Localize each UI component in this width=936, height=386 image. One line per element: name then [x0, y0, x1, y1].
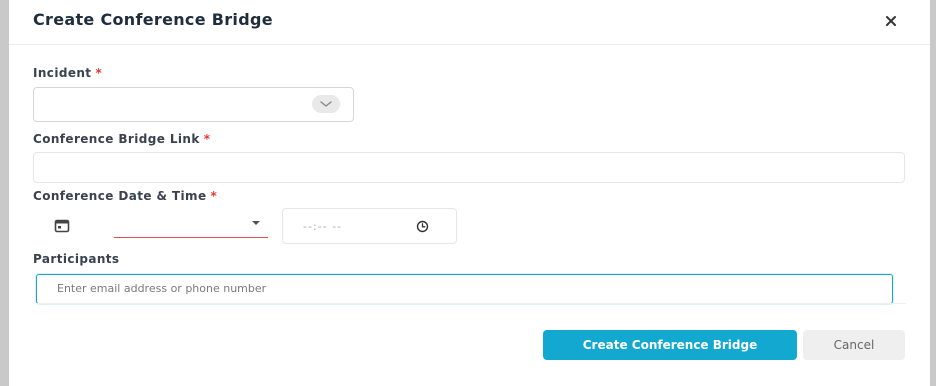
datetime-label-text: Conference Date & Time [33, 189, 207, 203]
calendar-button[interactable] [53, 217, 71, 235]
backdrop [930, 0, 936, 386]
required-mark: * [210, 189, 218, 203]
cancel-button[interactable]: Cancel [803, 330, 905, 360]
chevron-down-icon [320, 101, 332, 107]
backdrop [0, 0, 9, 386]
incident-label-text: Incident [33, 66, 92, 80]
modal-title: Create Conference Bridge [33, 10, 273, 29]
close-icon [886, 16, 896, 26]
create-conference-bridge-modal: Create Conference Bridge Incident * Confe… [9, 0, 930, 386]
bridge-link-input[interactable] [33, 152, 905, 183]
participants-label: Participants [33, 252, 119, 266]
incident-select[interactable] [33, 87, 354, 122]
incident-label: Incident * [33, 66, 102, 80]
date-picker-field[interactable] [114, 207, 268, 238]
clock-icon[interactable] [416, 220, 429, 233]
modal-header: Create Conference Bridge [9, 0, 930, 45]
datetime-label: Conference Date & Time * [33, 189, 217, 203]
time-input[interactable]: --:-- -- [282, 208, 457, 244]
time-placeholder: --:-- -- [303, 220, 343, 233]
close-button[interactable] [882, 12, 900, 30]
divider [36, 303, 906, 304]
create-conference-bridge-button[interactable]: Create Conference Bridge [543, 330, 797, 360]
select-toggle[interactable] [312, 95, 340, 113]
bridge-link-label-text: Conference Bridge Link [33, 132, 200, 146]
required-mark: * [95, 66, 103, 80]
participants-input-wrapper [36, 274, 893, 304]
bridge-link-label: Conference Bridge Link * [33, 132, 210, 146]
required-mark: * [203, 132, 211, 146]
dropdown-caret-icon [252, 221, 260, 225]
participants-label-text: Participants [33, 252, 120, 266]
calendar-icon [54, 219, 70, 233]
participants-input[interactable] [37, 275, 877, 301]
